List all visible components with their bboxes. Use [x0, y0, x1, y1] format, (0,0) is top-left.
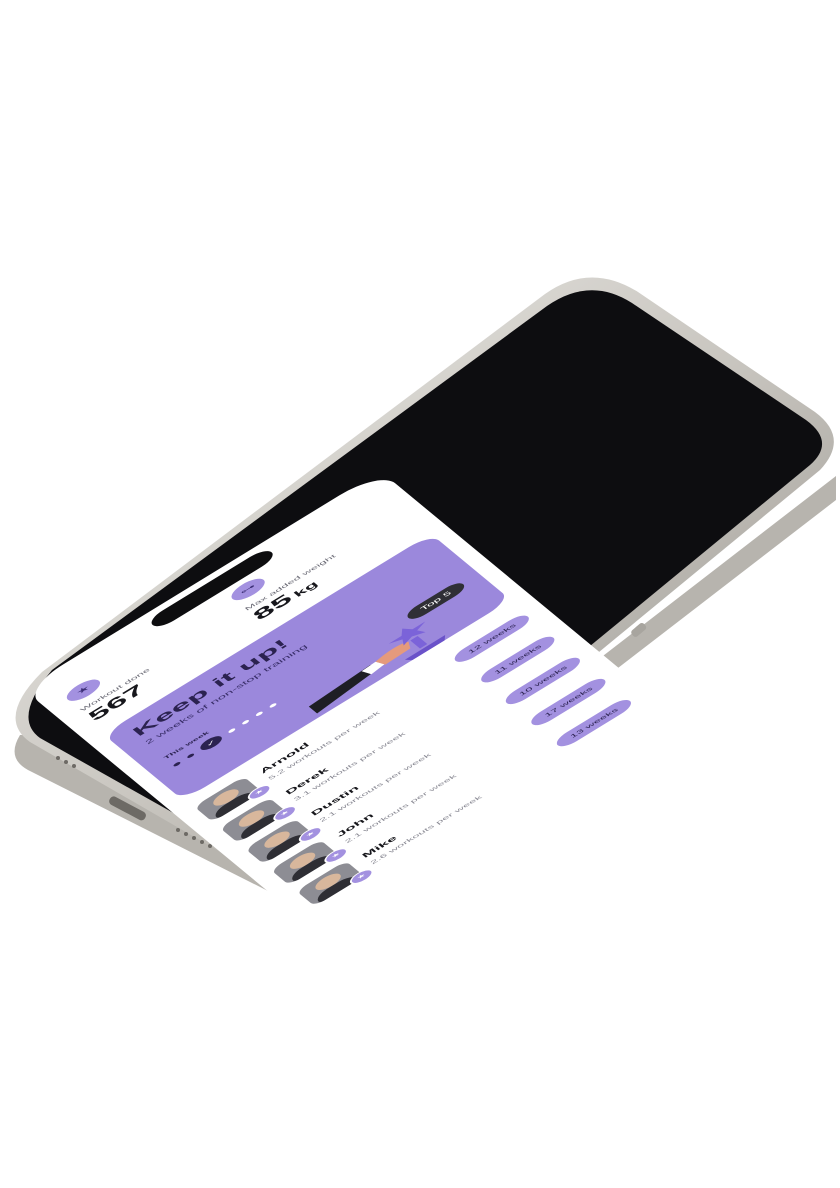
day-dot [172, 761, 182, 768]
weight-unit: kg [291, 579, 321, 599]
phone-mockup: ★ Workout done 567 ⊶ Max added weight 85… [0, 0, 840, 1188]
day-dot [227, 727, 237, 734]
rank-badge: ★ [346, 866, 377, 887]
day-dot [254, 710, 264, 717]
day-dot [241, 719, 250, 726]
day-dot [268, 702, 278, 709]
day-dot [186, 752, 195, 759]
